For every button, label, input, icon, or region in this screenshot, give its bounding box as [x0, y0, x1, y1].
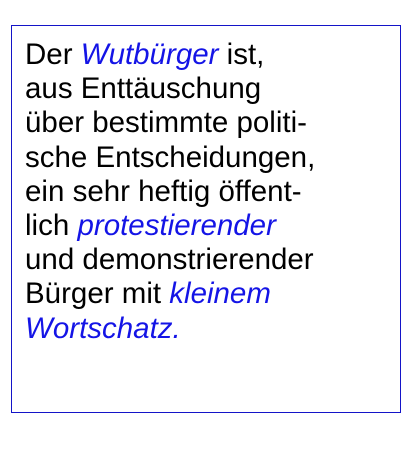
- text-line: Bürger mit kleinem: [25, 277, 271, 311]
- text-line: sche Entscheidungen,: [25, 140, 316, 174]
- text-line: über bestimmte politi-: [25, 106, 307, 140]
- text-line: lich protestierender: [25, 209, 276, 243]
- text-line: Der Wutbürger ist,: [25, 38, 265, 71]
- highlighted-term: kleinem: [169, 277, 271, 311]
- text-line: Wortschatz.: [25, 312, 315, 346]
- text-line: aus Enttäuschung: [25, 72, 262, 106]
- text-line: und demonstrierender: [25, 243, 314, 277]
- highlighted-term: Wutbürger: [80, 38, 219, 71]
- highlighted-term: protestierender: [77, 209, 276, 243]
- definition-text: Der Wutbürger ist, aus Enttäuschung über…: [25, 38, 315, 346]
- text-line: ein sehr heftig öffent-: [25, 174, 302, 208]
- highlighted-term: Wortschatz.: [25, 311, 181, 345]
